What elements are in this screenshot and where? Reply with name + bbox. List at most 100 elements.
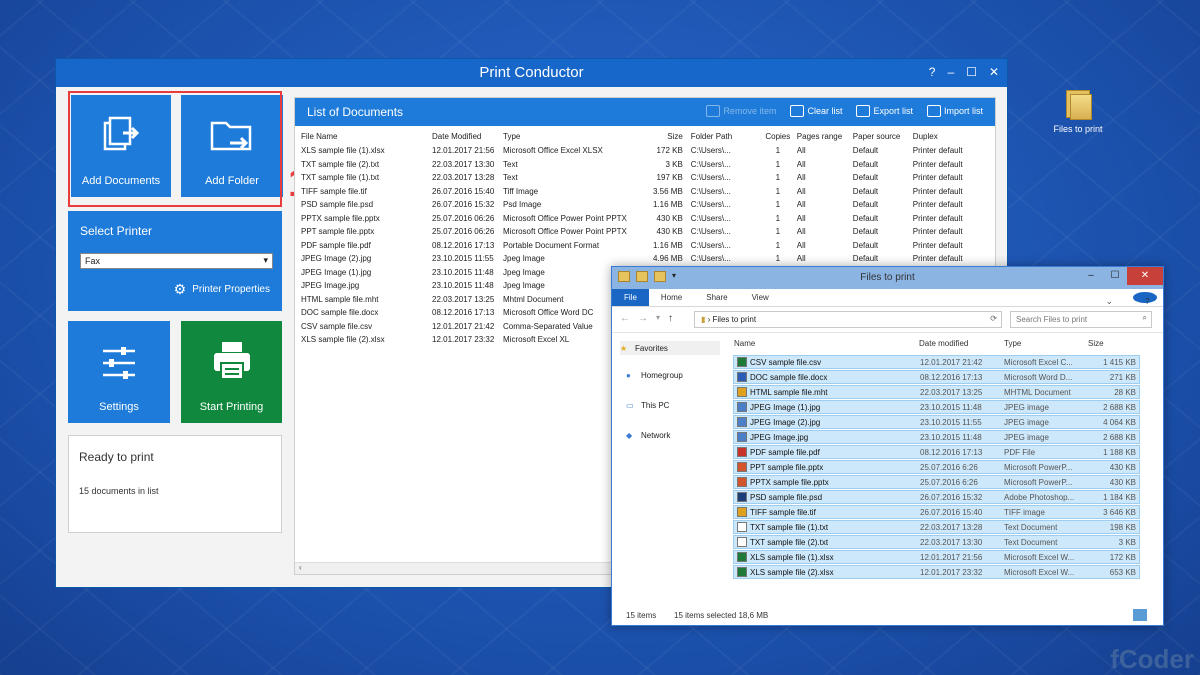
file-name: CSV sample file.csv [750,357,822,367]
minimize-button[interactable]: – [1079,267,1103,285]
file-row[interactable]: JPEG Image.jpg 23.10.2015 11:48 JPEG image… [733,430,1140,444]
file-name: TXT sample file (1).txt [750,522,829,532]
nav-homegroup[interactable]: ● Homegroup [626,371,683,380]
table-row[interactable]: PPTX sample file.pptx 25.07.2016 06:26 Mic… [301,212,993,226]
address-bar[interactable]: ▮ › Files to print ⟳ [694,311,1002,328]
table-cell: PSD sample file.psd [301,200,374,210]
column-header[interactable]: Copies [759,130,797,144]
file-date: 22.03.2017 13:30 [920,537,983,547]
table-cell: 1 [775,186,781,196]
close-button[interactable]: ✕ [989,65,999,79]
table-row[interactable]: PSD sample file.psd 26.07.2016 15:32 Psd I… [301,198,993,212]
explorer-title-bar: ▾ Files to print – ☐ ✕ [612,267,1163,289]
table-cell: 1 [775,240,781,250]
table-cell: Default [852,159,879,169]
status-panel: Ready to print 15 documents in list [68,435,282,533]
nav-favorites[interactable]: ★ Favorites [620,341,720,355]
table-cell: CSV sample file.csv [301,321,373,331]
desktop-folder-files-to-print[interactable]: Files to print [1048,86,1108,134]
printer-properties-button[interactable]: ⚙ Printer Properties [174,281,270,298]
nav-network[interactable]: ◆ Network [626,431,670,440]
help-icon[interactable]: ? [1133,292,1157,306]
file-row[interactable]: CSV sample file.csv 12.01.2017 21:42 Micro… [733,355,1140,369]
file-size: 28 KB [1114,387,1136,397]
start-printing-button[interactable]: Start Printing [181,321,282,423]
file-row[interactable]: XLS sample file (1).xlsx 12.01.2017 21:56… [733,550,1140,564]
file-date: 26.07.2016 15:32 [920,492,983,502]
file-row[interactable]: TIFF sample file.tif 26.07.2016 15:40 TIFF… [733,505,1140,519]
column-header[interactable]: Folder Path [691,130,759,144]
table-row[interactable]: TXT sample file (1).txt 22.03.2017 13:28 T… [301,171,993,185]
column-header[interactable]: Duplex [913,130,993,144]
file-row[interactable]: JPEG Image (1).jpg 23.10.2015 11:48 JPEG i… [733,400,1140,414]
file-name: XLS sample file (1).xlsx [750,552,834,562]
remove-item-button[interactable]: Remove item [706,105,776,117]
table-cell: Printer default [912,227,963,237]
folder-icon [1064,86,1092,120]
table-cell: All [796,254,806,264]
file-date: 08.12.2016 17:13 [920,447,983,457]
table-cell: JPEG Image.jpg [301,281,360,291]
refresh-icon[interactable]: ⟳ [990,314,997,323]
column-header[interactable]: File Name [301,130,432,144]
column-header[interactable]: Paper source [853,130,913,144]
remove-icon [706,105,721,117]
column-date-modified[interactable]: Date modified [919,339,968,348]
settings-button[interactable]: Settings [68,321,170,423]
search-input[interactable]: Search Files to print ⌕ [1010,311,1152,328]
nav-this-pc[interactable]: ▭ This PC [626,401,669,410]
file-row[interactable]: XLS sample file (2).xlsx 12.01.2017 23:32… [733,565,1140,579]
close-button[interactable]: ✕ [1127,267,1163,285]
table-cell: 25.07.2016 06:26 [432,213,495,223]
column-header[interactable]: Size [653,130,691,144]
table-row[interactable]: TXT sample file (2).txt 22.03.2017 13:30 T… [301,158,993,172]
table-cell: 1 [775,173,781,183]
column-name[interactable]: Name [734,339,755,348]
table-row[interactable]: JPEG Image (2).jpg 23.10.2015 11:55 Jpeg I… [301,252,993,266]
file-type: Microsoft Excel W... [1004,552,1075,562]
table-cell: Printer default [912,146,963,156]
column-header[interactable]: Type [503,130,653,144]
file-row[interactable]: PSD sample file.psd 26.07.2016 15:32 Adobe… [733,490,1140,504]
tab-file[interactable]: File [612,289,649,306]
file-row[interactable]: PPTX sample file.pptx 25.07.2016 6:26 Micr… [733,475,1140,489]
import-list-button[interactable]: Import list [926,105,983,117]
tab-share[interactable]: Share [694,289,739,306]
export-list-button[interactable]: Export list [856,105,913,117]
file-row[interactable]: JPEG Image (2).jpg 23.10.2015 11:55 JPEG i… [733,415,1140,429]
recent-chevron-icon[interactable]: ▾ [656,313,660,324]
file-row[interactable]: HTML sample file.mht 22.03.2017 13:25 MHTM… [733,385,1140,399]
column-header[interactable]: Date Modified [432,130,503,144]
maximize-button[interactable]: ☐ [966,65,977,79]
file-date: 23.10.2015 11:48 [920,402,982,412]
printer-dropdown[interactable]: Fax ▾ [80,253,273,269]
table-cell: Default [852,227,879,237]
file-row[interactable]: TXT sample file (1).txt 22.03.2017 13:28 T… [733,520,1140,534]
table-row[interactable]: PDF sample file.pdf 08.12.2016 17:13 Porta… [301,239,993,253]
forward-icon[interactable]: → [638,313,648,324]
minimize-button[interactable]: – [947,65,954,79]
column-header[interactable]: Pages range [797,130,853,144]
file-row[interactable]: TXT sample file (2).txt 22.03.2017 13:30 T… [733,535,1140,549]
up-icon[interactable]: ↑ [668,313,673,324]
table-row[interactable]: TIFF sample file.tif 26.07.2016 15:40 Tiff… [301,185,993,199]
details-view-icon[interactable] [1133,609,1147,621]
maximize-button[interactable]: ☐ [1103,267,1127,285]
file-size: 2 688 KB [1103,432,1136,442]
file-name: JPEG Image.jpg [750,432,809,442]
tab-view[interactable]: View [740,289,781,306]
column-type[interactable]: Type [1004,339,1021,348]
clear-list-button[interactable]: Clear list [790,105,842,117]
table-row[interactable]: XLS sample file (1).xlsx 12.01.2017 21:56… [301,144,993,158]
column-size[interactable]: Size [1088,339,1104,348]
file-row[interactable]: PDF sample file.pdf 08.12.2016 17:13 PDF F… [733,445,1140,459]
table-row[interactable]: PPT sample file.pptx 25.07.2016 06:26 Micr… [301,225,993,239]
file-row[interactable]: PPT sample file.pptx 25.07.2016 6:26 Micro… [733,460,1140,474]
help-button[interactable]: ? [929,65,936,79]
table-cell: 430 KB [656,213,683,223]
table-cell: DOC sample file.docx [301,308,379,318]
file-row[interactable]: DOC sample file.docx 08.12.2016 17:13 Micr… [733,370,1140,384]
back-icon[interactable]: ← [620,313,630,324]
tab-home[interactable]: Home [649,289,694,306]
file-type: Microsoft Excel W... [1004,567,1075,577]
